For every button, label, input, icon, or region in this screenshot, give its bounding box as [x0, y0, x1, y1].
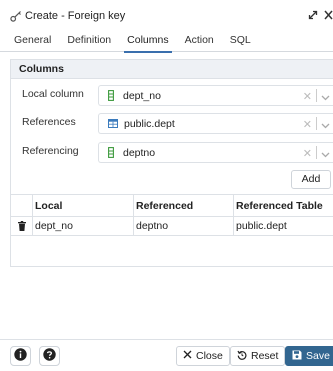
save-button-label: Save	[306, 350, 330, 362]
local-column-value: dept_no	[123, 89, 161, 102]
dialog-titlebar: Create - Foreign key	[0, 0, 333, 32]
table-row: dept_no deptno public.dept	[11, 217, 333, 236]
references-row: References public.dept ✕	[11, 113, 333, 134]
reset-button-label: Reset	[251, 350, 279, 362]
dialog-footer: Close Reset Save	[0, 339, 333, 371]
clear-icon[interactable]: ✕	[303, 90, 312, 103]
grid-header-referenced-table: Referenced Table	[233, 195, 333, 216]
grid-header-row: Local Referenced Referenced Table	[11, 194, 333, 217]
grid-header-spacer	[11, 195, 32, 216]
tab-definition[interactable]: Definition	[59, 32, 119, 52]
column-icon	[108, 90, 118, 102]
clear-icon[interactable]: ✕	[303, 118, 312, 131]
referencing-label: Referencing	[22, 145, 79, 157]
reset-icon	[237, 350, 247, 363]
references-select[interactable]: public.dept ✕	[98, 113, 333, 134]
expand-icon[interactable]	[308, 10, 318, 23]
local-column-row: Local column dept_no ✕	[11, 85, 333, 106]
grid-header-referenced: Referenced	[133, 195, 233, 216]
select-separator	[316, 89, 317, 102]
row-referenced-cell: deptno	[133, 217, 233, 235]
chevron-down-icon[interactable]	[321, 120, 330, 132]
referencing-row: Referencing deptno ✕	[11, 142, 333, 163]
references-label: References	[22, 116, 76, 128]
info-icon	[14, 348, 27, 364]
close-button[interactable]: Close	[176, 346, 230, 366]
close-icon	[183, 350, 192, 362]
select-separator	[316, 146, 317, 159]
referencing-value: deptno	[123, 146, 156, 159]
close-button-label: Close	[196, 350, 223, 362]
reset-button[interactable]: Reset	[230, 346, 286, 366]
row-referenced-table-cell: public.dept	[233, 217, 333, 235]
referencing-select[interactable]: deptno ✕	[98, 142, 333, 163]
info-button[interactable]	[10, 346, 31, 366]
columns-grid: Local Referenced Referenced Table dept_n…	[11, 194, 333, 236]
columns-panel: Columns Local column dept_no ✕ Reference…	[10, 59, 333, 267]
delete-row-icon[interactable]	[11, 217, 32, 235]
tab-sql[interactable]: SQL	[222, 32, 259, 52]
table-icon	[108, 118, 119, 130]
save-icon	[292, 350, 302, 363]
tab-columns[interactable]: Columns	[119, 32, 176, 53]
grid-header-local: Local	[32, 195, 133, 216]
select-separator	[316, 117, 317, 130]
clear-icon[interactable]: ✕	[303, 147, 312, 160]
tab-general[interactable]: General	[6, 32, 59, 52]
close-icon[interactable]	[324, 10, 333, 23]
columns-panel-header: Columns	[11, 60, 333, 79]
tab-bar: General Definition Columns Action SQL	[0, 32, 333, 53]
foreign-key-icon	[10, 10, 22, 22]
save-button[interactable]: Save	[285, 346, 333, 366]
local-column-label: Local column	[22, 88, 84, 100]
help-icon	[43, 348, 56, 364]
references-value: public.dept	[124, 117, 175, 130]
tab-action[interactable]: Action	[177, 32, 222, 52]
row-local-cell: dept_no	[32, 217, 133, 235]
dialog-title: Create - Foreign key	[25, 10, 126, 22]
chevron-down-icon[interactable]	[321, 92, 330, 104]
add-button[interactable]: Add	[291, 170, 331, 189]
chevron-down-icon[interactable]	[321, 149, 330, 161]
help-button[interactable]	[39, 346, 60, 366]
local-column-select[interactable]: dept_no ✕	[98, 85, 333, 106]
column-icon	[108, 147, 118, 159]
